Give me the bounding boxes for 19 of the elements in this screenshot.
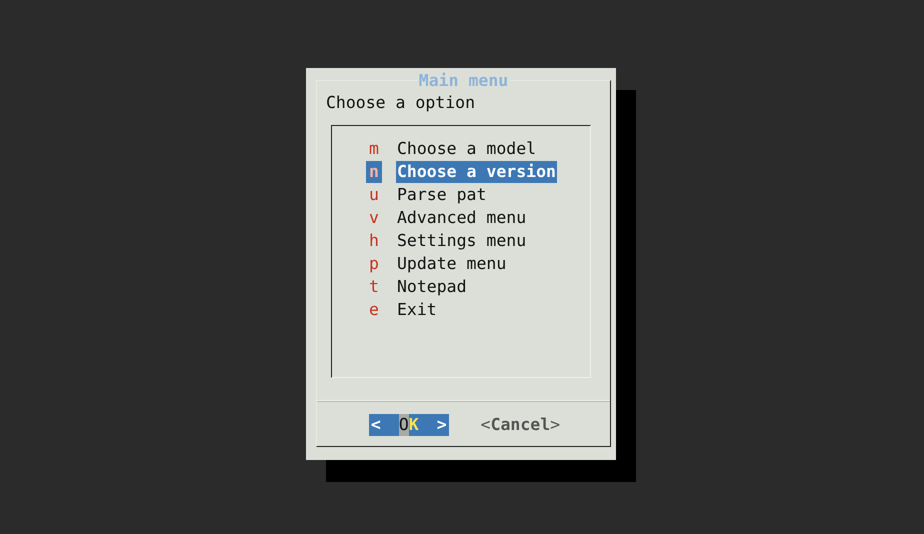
hotkey-letter: e: [368, 298, 380, 320]
menu-item[interactable]: Parse pat: [396, 184, 488, 206]
dialog-button[interactable]: <Cancel>: [478, 414, 562, 436]
menu-item[interactable]: Settings menu: [396, 230, 528, 252]
hotkey-letter: v: [368, 206, 380, 228]
menu-item[interactable]: Update menu: [396, 252, 508, 274]
menu-item[interactable]: Advanced menu: [396, 206, 528, 228]
hotkey-letter: m: [368, 138, 380, 160]
hotkey-letter: t: [368, 276, 380, 298]
hotkey-letter: h: [368, 230, 380, 252]
hotkey-letter: n: [366, 160, 382, 182]
menu-item[interactable]: Choose a version: [396, 160, 557, 182]
hotkey-letter: p: [368, 252, 380, 274]
dialog-button[interactable]: < OK >: [368, 414, 449, 436]
menu-item[interactable]: Choose a model: [396, 138, 538, 160]
menu-item[interactable]: Notepad: [396, 276, 468, 298]
hotkey-letter: u: [368, 184, 380, 206]
menu-item[interactable]: Exit: [396, 298, 438, 320]
prompt-text: Choose a option: [326, 92, 476, 114]
